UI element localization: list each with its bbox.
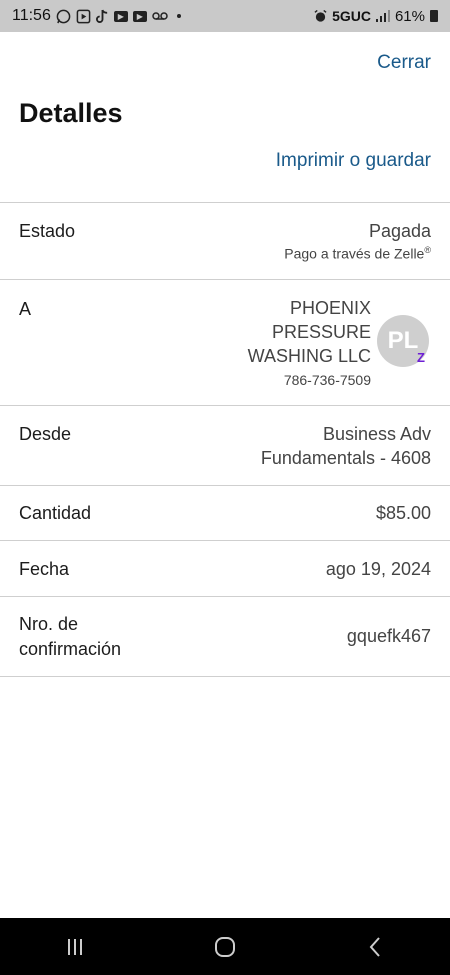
status-right: 5GUC 61%: [314, 8, 438, 25]
more-notifications-icon: [176, 14, 181, 18]
home-button[interactable]: [195, 927, 255, 967]
recent-apps-button[interactable]: [45, 927, 105, 967]
confirmation-label-line2: confirmación: [19, 639, 122, 659]
back-button[interactable]: [345, 927, 405, 967]
registered-mark: ®: [424, 245, 431, 255]
page-title: Detalles: [19, 98, 123, 128]
back-icon: [369, 936, 380, 957]
from-account-number: Fundamentals - 4608: [260, 448, 431, 468]
voicemail-icon: [152, 11, 168, 21]
recipient-label: A: [19, 299, 32, 319]
divider: [0, 676, 450, 677]
youtube-icon: ▶: [113, 10, 128, 22]
tiktok-icon: [95, 9, 109, 24]
print-or-save-link[interactable]: Imprimir o guardar: [276, 150, 431, 172]
confirmation-number: gquefk467: [346, 626, 431, 646]
signal-icon: [375, 10, 390, 22]
close-button[interactable]: Cerrar: [377, 52, 431, 74]
payment-method-text: Pago a través de Zelle: [284, 245, 425, 262]
home-icon: [215, 936, 235, 957]
from-account-name: Business Adv: [322, 424, 431, 444]
youtube-icon-2: ▶: [132, 10, 147, 22]
recipient-phone: 786-736-7509: [283, 372, 371, 388]
recent-apps-icon: [68, 938, 82, 955]
whatsapp-icon: [56, 9, 71, 24]
divider: [0, 202, 450, 203]
divider: [0, 596, 450, 597]
divider: [0, 540, 450, 541]
date-value: ago 19, 2024: [325, 559, 431, 579]
status-time: 11:56: [12, 7, 51, 24]
payment-method-note: Pago a través de Zelle®: [284, 245, 431, 262]
from-label: Desde: [19, 424, 72, 444]
recipient-name: PHOENIX PRESSURE WASHING LLC: [247, 298, 371, 366]
confirmation-label-line1: Nro. de: [19, 614, 79, 634]
status-left: 11:56 ▶ ▶: [12, 7, 181, 25]
zelle-icon: Z: [417, 349, 425, 365]
divider: [0, 485, 450, 486]
status-label: Estado: [19, 221, 76, 241]
status-value: Pagada: [368, 221, 431, 241]
network-type: 5GUC: [332, 8, 371, 24]
battery-percentage: 61%: [394, 7, 425, 25]
alarm-icon: [314, 9, 327, 23]
amount-label: Cantidad: [19, 503, 92, 523]
status-bar: 11:56 ▶ ▶ 5GUC 61%: [0, 0, 450, 32]
media-player-icon: [76, 9, 91, 24]
divider: [0, 279, 450, 280]
confirmation-label: Nro. de confirmación: [19, 612, 121, 662]
date-label: Fecha: [19, 559, 70, 579]
battery-icon: [430, 10, 438, 22]
divider: [0, 405, 450, 406]
amount-value: $85.00: [375, 503, 431, 523]
system-navigation-bar: [0, 918, 450, 975]
